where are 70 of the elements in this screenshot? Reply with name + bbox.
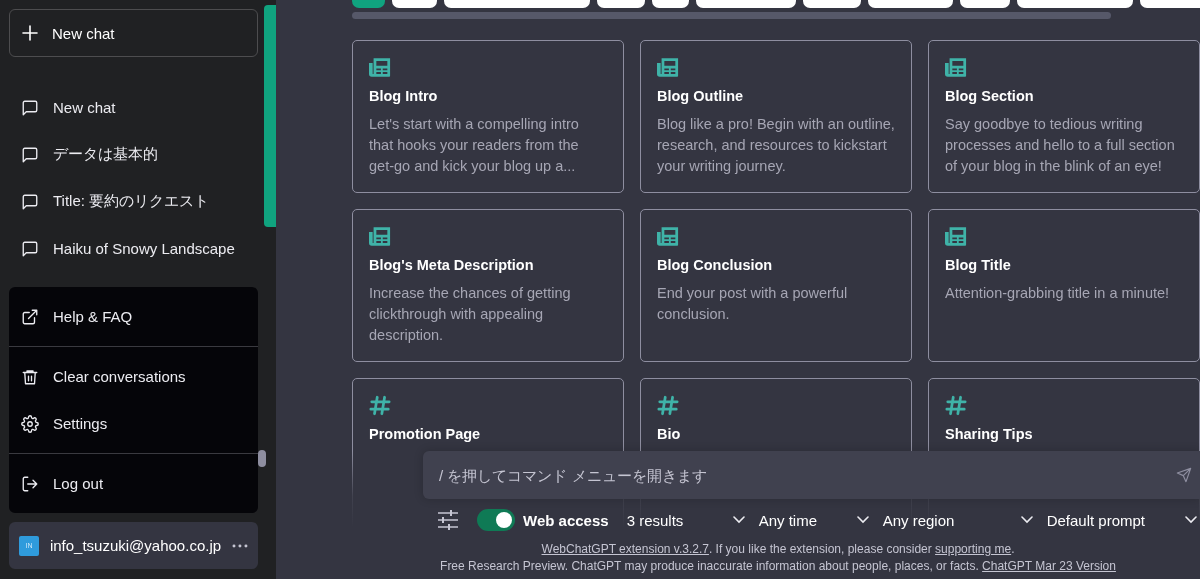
dropdown-select[interactable]: 3 results [626, 511, 745, 529]
chat-bubble-icon [21, 239, 39, 258]
card-description: Increase the chances of getting clickthrough with appealing description. [369, 284, 572, 345]
web-access-toggle[interactable] [477, 509, 515, 531]
card-title: Bio [657, 426, 681, 442]
card-description: Let's start with a compelling intro that hooks your readers from the get-go and kick your blog up a... [369, 115, 580, 176]
chat-item[interactable]: New chat [9, 84, 258, 131]
logout-icon [21, 474, 39, 493]
card-title: Blog Outline [657, 88, 744, 104]
hash-icon [657, 395, 679, 416]
scrollbar-thumb[interactable] [258, 450, 266, 467]
card-title: Blog Intro [369, 88, 438, 104]
hash-icon [369, 395, 391, 416]
plus-icon [22, 25, 38, 41]
new-chat-button[interactable]: New chat [9, 9, 258, 57]
card-title: Blog Conclusion [657, 257, 773, 273]
newspaper-icon [657, 57, 679, 78]
footer-text: WebChatGPT extension v.3.2.7. If you like the extension, please consider supporting me. [541, 541, 1015, 558]
menu-item[interactable]: Settings [9, 400, 258, 447]
scrollbar-thumb[interactable] [352, 12, 1111, 19]
more-icon [232, 543, 248, 548]
menu-item[interactable]: Log out [9, 454, 258, 513]
card-description: End your post with a powerful conclusion. [657, 284, 849, 324]
footer-text: Free Research Preview. ChatGPT may produce inaccurate information about people, places, or facts. ChatGPT Mar 23 Version [440, 558, 1116, 575]
prompt-card[interactable]: Blog Section Say goodbye to tedious writing processes and hello to a full section of your blog in the blink of an eye! [928, 40, 1200, 193]
trash-icon [21, 367, 39, 386]
chat-bubble-icon [21, 192, 39, 211]
send-icon[interactable] [1176, 467, 1192, 483]
prompt-card[interactable]: Blog Title Attention-grabbing title in a minute! [928, 209, 1200, 362]
card-title: Blog Section [945, 88, 1034, 104]
chat-item[interactable]: データは基本的 [9, 131, 258, 178]
card-title: Sharing Tips [945, 426, 1033, 442]
newspaper-icon [657, 226, 679, 247]
newspaper-icon [369, 226, 391, 247]
prompt-card[interactable]: Blog Outline Blog like a pro! Begin with an outline, research, and resources to kickstart your writing journey. [640, 40, 912, 193]
settings-icon [21, 414, 39, 433]
card-description: Blog like a pro! Begin with an outline, research, and resources to kickstart your writing journey. [657, 115, 895, 176]
newspaper-icon [945, 57, 967, 78]
prompt-input-field[interactable]: / を押してコマンド メニューを開きます [423, 451, 1200, 499]
dropdown-select[interactable]: Default prompt [1046, 511, 1197, 529]
dropdown-select[interactable]: Any region [882, 511, 1033, 529]
newspaper-icon [369, 57, 391, 78]
card-description: Say goodbye to tedious writing processes and hello to a full section of your blog in the blink of an eye! [945, 115, 1176, 176]
sliders-icon[interactable] [437, 510, 459, 530]
card-title: Promotion Page [369, 426, 481, 442]
chat-bubble-icon [21, 145, 39, 164]
external-link-icon [21, 307, 39, 326]
card-title: Blog's Meta Description [369, 257, 534, 273]
footer-link[interactable]: WebChatGPT extension v.3.2.7 [541, 542, 709, 556]
chat-bubble-icon [21, 98, 39, 117]
card-description: Attention-grabbing title in a minute! [945, 284, 1170, 303]
footer-link[interactable]: ChatGPT Mar 23 Version [982, 559, 1116, 573]
menu-item[interactable]: Clear conversations [9, 353, 258, 400]
web-access-label: Web access [523, 511, 609, 529]
chevron-down-icon [1184, 516, 1197, 524]
hash-icon [945, 395, 967, 416]
dropdown-select[interactable]: Any time [758, 511, 869, 529]
chevron-down-icon [1020, 516, 1033, 524]
chat-item[interactable]: Title: 要約のリクエスト [9, 178, 258, 225]
scrollbar-thumb[interactable] [264, 5, 276, 227]
chevron-down-icon [732, 516, 745, 524]
chevron-down-icon [856, 516, 869, 524]
prompt-card[interactable]: Blog Intro Let's start with a compelling intro that hooks your readers from the get-go and kick your blog up a... [352, 40, 624, 193]
chat-item[interactable]: Haiku of Snowy Landscape [9, 225, 258, 272]
card-title: Blog Title [945, 257, 1011, 273]
prompt-card[interactable]: Blog Conclusion End your post with a powerful conclusion. [640, 209, 912, 362]
prompt-card[interactable]: Blog's Meta Description Increase the chances of getting clickthrough with appealing description. [352, 209, 624, 362]
menu-item[interactable]: Help & FAQ [9, 287, 258, 346]
newspaper-icon [945, 226, 967, 247]
user-email: info_tsuzuki@yahoo.co.jp [49, 537, 222, 554]
